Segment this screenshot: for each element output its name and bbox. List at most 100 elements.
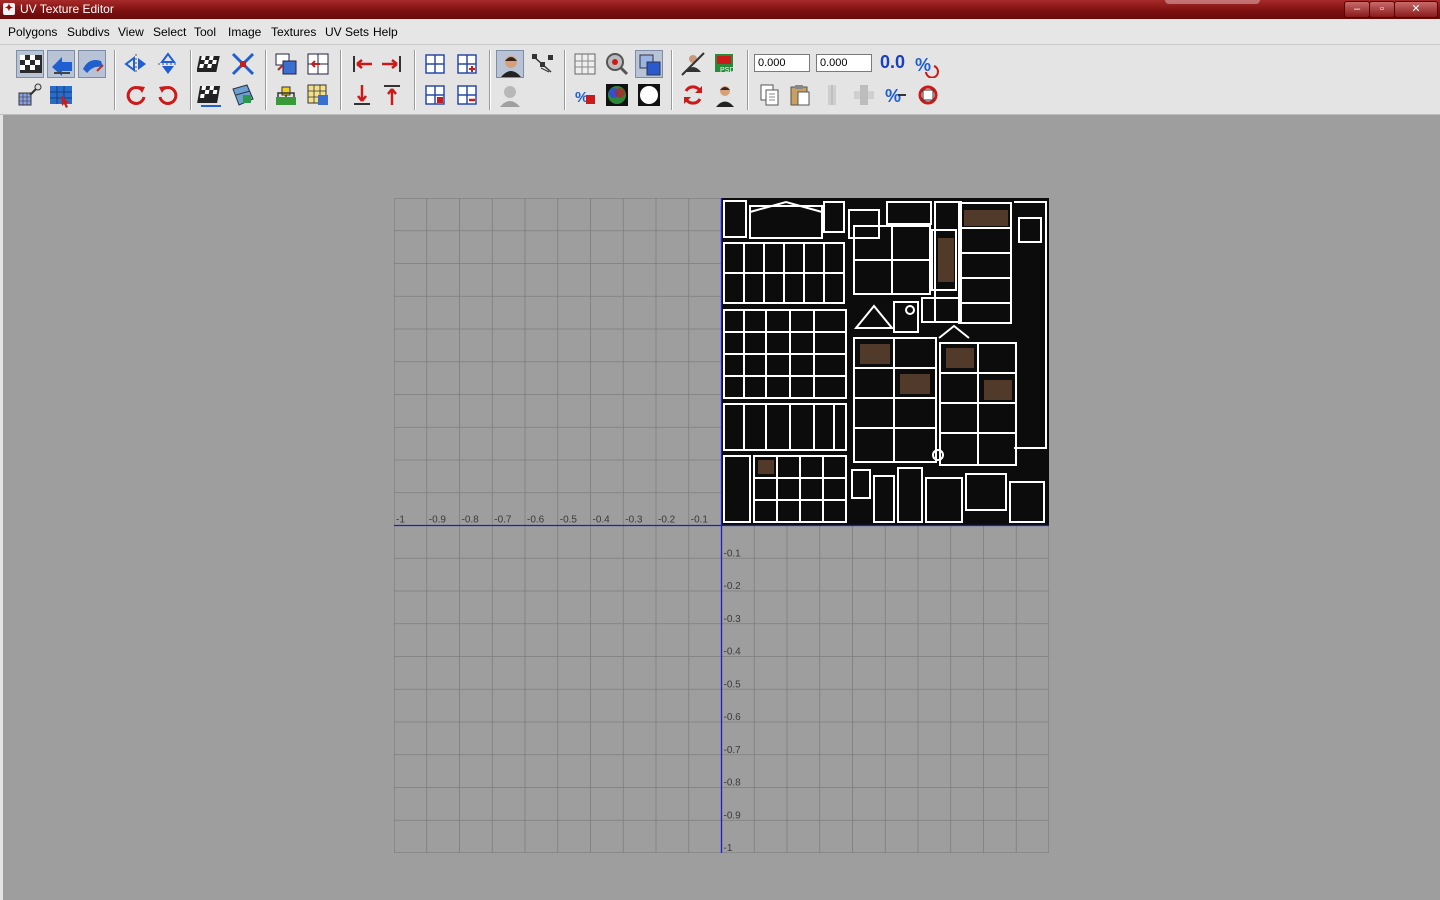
grid-toggle-icon[interactable] [421, 50, 449, 78]
minimize-button[interactable]: – [1344, 1, 1370, 18]
v-tick-label: -0.4 [724, 647, 742, 658]
uv-select-tool-icon[interactable] [16, 50, 44, 78]
menu-subdivs[interactable]: Subdivs [67, 25, 110, 39]
uv-tweak-tool-icon[interactable] [47, 81, 75, 109]
copy-uvs-icon[interactable] [756, 81, 784, 109]
uv-grid-viewport[interactable]: 1 -1 -0.9 -0.8 -0.7 -0.6 -0.5 -0.4 -0.3 -0.2 -0.1… [394, 198, 1049, 853]
left-panel-edge [0, 115, 3, 900]
pixel-snap-icon[interactable] [529, 50, 557, 78]
grid-select-icon[interactable] [421, 81, 449, 109]
unfold-uvs-icon[interactable] [229, 81, 257, 109]
close-button[interactable]: ✕ [1394, 1, 1438, 18]
origin-label: 1 [721, 198, 727, 201]
paste-u-icon[interactable] [818, 81, 846, 109]
toolbar-separator [671, 50, 673, 110]
uv-grid: 1 -1 -0.9 -0.8 -0.7 -0.6 -0.5 -0.4 -0.3 -0.2 -0.1… [394, 198, 1049, 853]
app-icon: ✦ [3, 3, 15, 15]
v-value-field[interactable] [816, 54, 872, 72]
relative-percent-icon[interactable]: % [912, 50, 940, 78]
u-tick-label: -0.5 [560, 515, 578, 526]
toolbar-separator [414, 50, 416, 110]
v-tick-label: -0.3 [724, 614, 742, 625]
flip-u-icon[interactable] [122, 50, 150, 78]
toolbar-separator [114, 50, 116, 110]
alpha-channel-icon[interactable] [635, 81, 663, 109]
u-tick-label: -0.6 [527, 515, 545, 526]
uv-grid-snapshot-icon[interactable] [304, 81, 332, 109]
uv-lattice-tool-icon[interactable] [16, 81, 44, 109]
v-tick-label: -0.1 [724, 548, 742, 559]
v-tick-label: -0.5 [724, 679, 742, 690]
menu-textures[interactable]: Textures [271, 25, 316, 39]
view-grid-icon[interactable] [571, 50, 599, 78]
flip-v-icon[interactable] [154, 50, 182, 78]
align-left-icon[interactable] [348, 50, 376, 78]
svg-text:PSD: PSD [720, 67, 734, 74]
display-image-icon[interactable] [496, 50, 524, 78]
align-top-icon[interactable] [378, 81, 406, 109]
toolbar-separator [340, 50, 342, 110]
u-tick-label: -0.3 [625, 515, 643, 526]
paste-uvs-icon[interactable] [786, 81, 814, 109]
v-tick-label: -0.2 [724, 581, 742, 592]
v-tick-label: -0.7 [724, 745, 742, 756]
refresh-image-icon[interactable] [679, 81, 707, 109]
move-and-sew-icon[interactable] [229, 50, 257, 78]
snap-to-grid-icon[interactable] [304, 50, 332, 78]
menu-tool[interactable]: Tool [194, 25, 216, 39]
move-uv-tool-icon[interactable] [47, 50, 75, 78]
layout-uvs-icon[interactable] [197, 81, 225, 109]
u-tick-label: -0.4 [593, 515, 611, 526]
title-bar: ✦ UV Texture Editor – ▫ ✕ [0, 0, 1440, 19]
u-tick-label: -1 [396, 515, 405, 526]
frame-all-icon[interactable] [603, 50, 631, 78]
u-tick-label: -0.9 [429, 515, 447, 526]
copy-percent-icon[interactable]: % [882, 81, 910, 109]
menu-help[interactable]: Help [373, 25, 398, 39]
image-person-icon[interactable] [711, 81, 739, 109]
toolbar-separator [265, 50, 267, 110]
cut-uv-edges-icon[interactable] [197, 50, 225, 78]
menu-select[interactable]: Select [153, 25, 186, 39]
align-right-icon[interactable] [378, 50, 406, 78]
svg-text:%: % [915, 55, 931, 75]
merge-uvs-icon[interactable] [272, 81, 300, 109]
menu-image[interactable]: Image [228, 25, 261, 39]
uv-texture-tile [721, 198, 1049, 526]
shaded-uvs-icon[interactable] [635, 50, 663, 78]
paste-v-icon[interactable] [850, 81, 878, 109]
update-psd-icon[interactable]: PSD [711, 50, 739, 78]
toolbar-separator [564, 50, 566, 110]
toolbar-separator [747, 50, 749, 110]
select-shell-border-icon[interactable] [272, 50, 300, 78]
align-bottom-icon[interactable] [348, 81, 376, 109]
u-tick-label: -0.8 [462, 515, 480, 526]
title-bar-highlight [1165, 0, 1260, 4]
grid-remove-icon[interactable] [453, 81, 481, 109]
v-tick-label: -0.8 [724, 778, 742, 789]
rotate-ccw-icon[interactable] [122, 81, 150, 109]
v-tick-label: -0.6 [724, 712, 742, 723]
u-value-field[interactable] [754, 54, 810, 72]
u-tick-label: -0.1 [691, 515, 709, 526]
zero-uv-button[interactable]: 0.0 [880, 52, 905, 73]
toolbar-separator [489, 50, 491, 110]
image-range-icon[interactable] [679, 50, 707, 78]
cycle-uv-icon[interactable] [914, 81, 942, 109]
menu-polygons[interactable]: Polygons [8, 25, 57, 39]
v-tick-label: -1 [724, 843, 733, 853]
rotate-cw-icon[interactable] [154, 81, 182, 109]
toggle-filtered-icon[interactable]: % [571, 81, 599, 109]
menu-uv-sets[interactable]: UV Sets [325, 25, 369, 39]
menu-bar: Polygons Subdivs View Select Tool Image … [0, 19, 1440, 45]
u-tick-label: -0.2 [658, 515, 676, 526]
toolbar: % PSD 0.0 % % [0, 45, 1440, 115]
toolbar-separator [190, 50, 192, 110]
u-tick-label: -0.7 [494, 515, 512, 526]
maximize-button[interactable]: ▫ [1369, 1, 1395, 18]
menu-view[interactable]: View [118, 25, 144, 39]
smooth-uv-tool-icon[interactable] [78, 50, 106, 78]
dim-image-icon[interactable] [496, 81, 524, 109]
rgb-channels-icon[interactable] [603, 81, 631, 109]
grid-add-icon[interactable] [453, 50, 481, 78]
